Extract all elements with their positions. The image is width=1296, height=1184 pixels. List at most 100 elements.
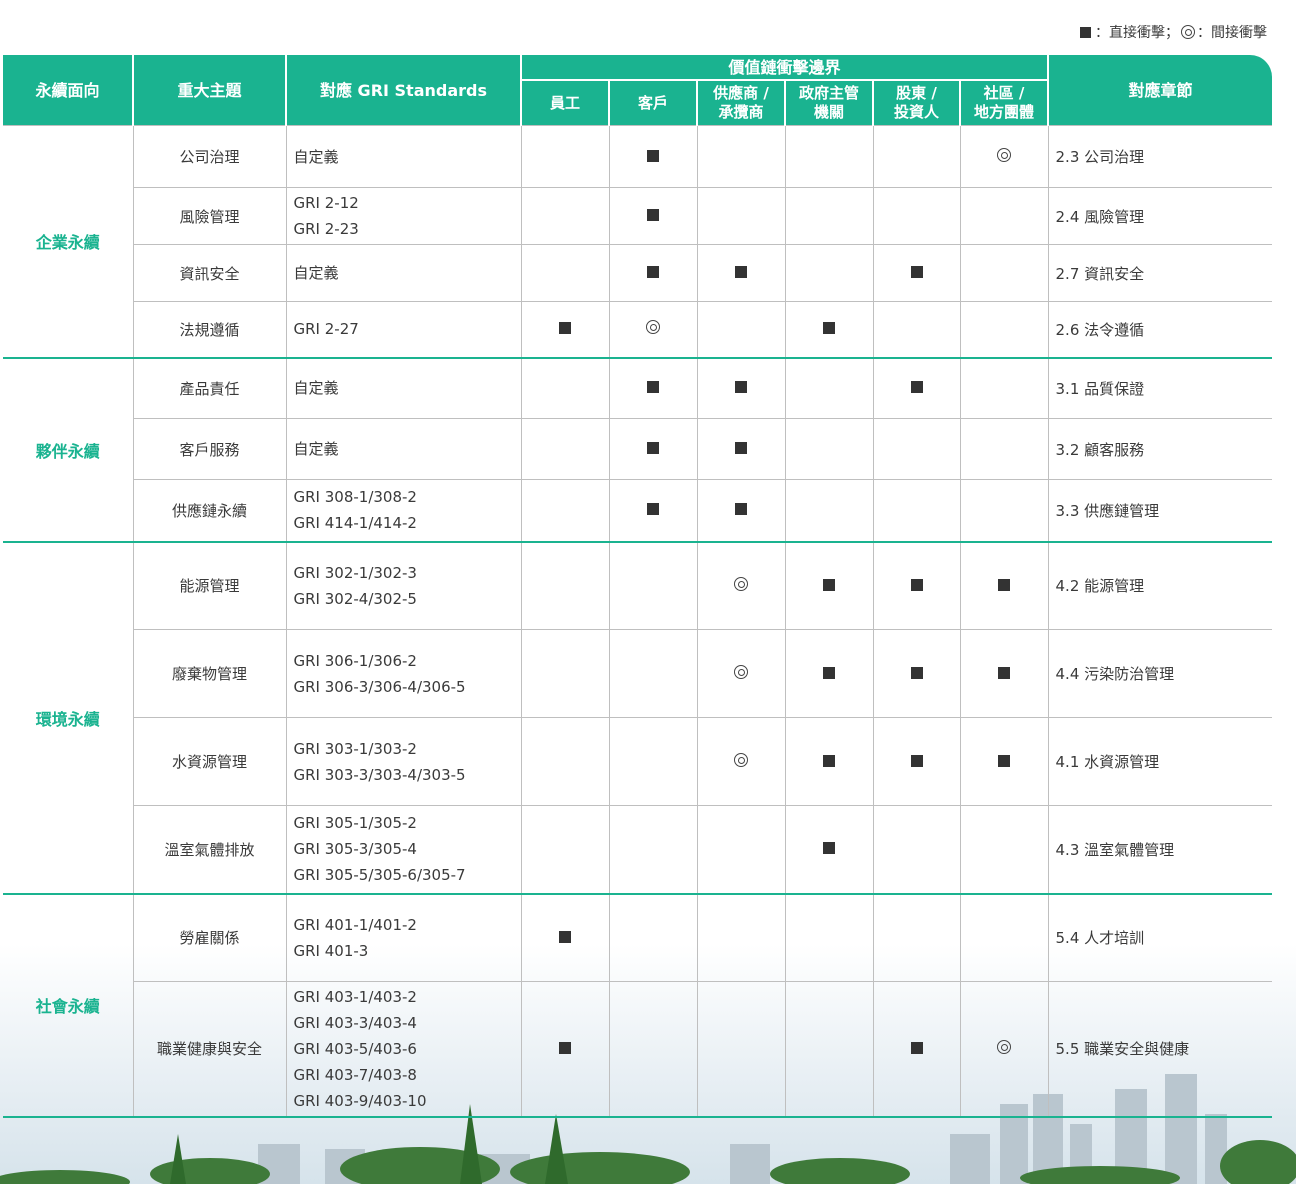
impact-cell	[696, 301, 786, 359]
topic-cell: 客戶服務	[132, 418, 287, 480]
chapter-cell: 4.4 污染防治管理	[1047, 629, 1273, 718]
topic-cell: 能源管理	[132, 541, 287, 630]
header-stakeholder-line: 機關	[813, 103, 844, 121]
direct-impact-square-icon	[735, 381, 747, 394]
gri-line: GRI 403-3/403-4	[293, 1013, 417, 1032]
table-row: 資訊安全 自定義 2.7 資訊安全	[3, 244, 1273, 302]
direct-impact-square-icon	[647, 442, 659, 454]
header-gri: 對應 GRI Standards	[285, 55, 522, 126]
gri-line: GRI 305-1/305-2	[293, 814, 417, 833]
topic-cell: 產品責任	[132, 357, 287, 419]
impact-cell	[959, 357, 1049, 419]
chapter-cell: 3.3 供應鏈管理	[1047, 479, 1273, 543]
gri-line: GRI 302-4/302-5	[293, 589, 417, 608]
impact-cell	[696, 717, 786, 806]
impact-cell	[520, 418, 610, 480]
topic-cell: 溫室氣體排放	[132, 805, 287, 895]
impact-cell	[784, 717, 874, 806]
impact-cell	[608, 479, 698, 543]
material-topics-table: 永續面向 重大主題 對應 GRI Standards 價值鏈衝擊邊界 對應章節 …	[3, 55, 1273, 1118]
impact-cell	[520, 125, 610, 188]
gri-line: GRI 403-9/403-10	[293, 1091, 427, 1110]
topic-cell: 風險管理	[132, 187, 287, 245]
impact-cell	[608, 357, 698, 419]
impact-cell	[696, 125, 786, 188]
header-stakeholder-line: 供應商 /	[713, 84, 769, 102]
impact-cell	[872, 357, 961, 419]
direct-impact-square-icon	[559, 1041, 571, 1054]
impact-cell	[959, 981, 1049, 1118]
gri-line: GRI 305-5/305-6/305-7	[293, 866, 466, 885]
impact-cell	[608, 805, 698, 895]
gri-cell: GRI 2-12 GRI 2-23	[285, 187, 522, 245]
impact-cell	[959, 187, 1049, 245]
topic-cell: 供應鏈永續	[132, 479, 287, 543]
impact-cell	[696, 541, 786, 630]
header-chapter: 對應章節	[1047, 55, 1273, 126]
impact-cell	[608, 893, 698, 982]
table-row: 職業健康與安全 GRI 403-1/403-2 GRI 403-3/403-4 GRI…	[3, 981, 1273, 1118]
legend-direct-label: ：直接衝擊；	[1095, 25, 1179, 41]
direct-impact-square-icon	[647, 381, 659, 394]
gri-line: GRI 401-1/401-2	[293, 915, 417, 934]
impact-cell	[520, 717, 610, 806]
gri-line: GRI 401-3	[293, 941, 369, 960]
chapter-cell: 4.2 能源管理	[1047, 541, 1273, 630]
aspect-cell: 夥伴永續	[3, 357, 134, 543]
impact-cell	[784, 479, 874, 543]
header-stakeholder: 供應商 / 承攬商	[696, 80, 786, 126]
impact-cell	[696, 479, 786, 543]
gri-line: GRI 414-1/414-2	[293, 514, 417, 533]
header-stakeholder-line: 股東 /	[896, 84, 937, 102]
chapter-cell: 5.5 職業安全與健康	[1047, 981, 1273, 1118]
chapter-cell: 2.3 公司治理	[1047, 125, 1273, 188]
gri-cell: 自定義	[285, 357, 522, 419]
gri-line: GRI 303-1/303-2	[293, 739, 417, 758]
impact-cell	[520, 541, 610, 630]
direct-impact-square-icon	[647, 503, 659, 516]
header-aspect: 永續面向	[3, 55, 134, 126]
impact-cell	[696, 805, 786, 895]
aspect-cell: 企業永續	[3, 125, 134, 359]
impact-cell	[872, 717, 961, 806]
impact-cell	[608, 541, 698, 630]
table-row: 供應鏈永續 GRI 308-1/308-2 GRI 414-1/414-2 3.3 供…	[3, 479, 1273, 543]
impact-cell	[959, 479, 1049, 543]
impact-cell	[784, 541, 874, 630]
impact-cell	[784, 244, 874, 302]
header-stakeholder-line: 社區 /	[983, 84, 1025, 102]
chapter-cell: 4.1 水資源管理	[1047, 717, 1273, 806]
gri-line: GRI 2-27	[293, 320, 359, 339]
impact-cell	[520, 244, 610, 302]
impact-cell	[784, 893, 874, 982]
impact-cell	[872, 541, 961, 630]
impact-cell	[696, 357, 786, 419]
impact-cell	[872, 479, 961, 543]
gri-cell: 自定義	[285, 418, 522, 480]
direct-impact-square-icon	[823, 754, 835, 767]
impact-cell	[608, 125, 698, 188]
topic-cell: 法規遵循	[132, 301, 287, 359]
impact-cell	[520, 479, 610, 543]
topic-cell: 公司治理	[132, 125, 287, 188]
gri-line: GRI 2-23	[293, 220, 359, 238]
table-row: 夥伴永續 產品責任 自定義 3.1 品質保證	[3, 357, 1273, 543]
gri-cell: GRI 306-1/306-2 GRI 306-3/306-4/306-5	[285, 629, 522, 718]
impact-cell	[959, 717, 1049, 806]
impact-cell	[784, 805, 874, 895]
indirect-impact-circle-icon	[734, 664, 748, 679]
chapter-cell: 2.6 法令遵循	[1047, 301, 1273, 359]
impact-cell	[959, 629, 1049, 718]
impact-cell	[520, 357, 610, 419]
gri-line: GRI 403-1/403-2	[293, 987, 417, 1006]
gri-cell: 自定義	[285, 244, 522, 302]
impact-cell	[959, 244, 1049, 302]
table-row: 社會永續 勞雇關係 GRI 401-1/401-2 GRI 401-3 5.4 人才培訓	[3, 893, 1273, 1118]
impact-cell	[520, 805, 610, 895]
table-row: 風險管理 GRI 2-12 GRI 2-23 2.4 風險管理	[3, 187, 1273, 245]
impact-cell	[608, 717, 698, 806]
legend-indirect-label: ：間接衝擊	[1197, 25, 1267, 41]
impact-cell	[959, 301, 1049, 359]
impact-cell	[872, 805, 961, 895]
indirect-impact-circle-icon	[734, 752, 748, 767]
